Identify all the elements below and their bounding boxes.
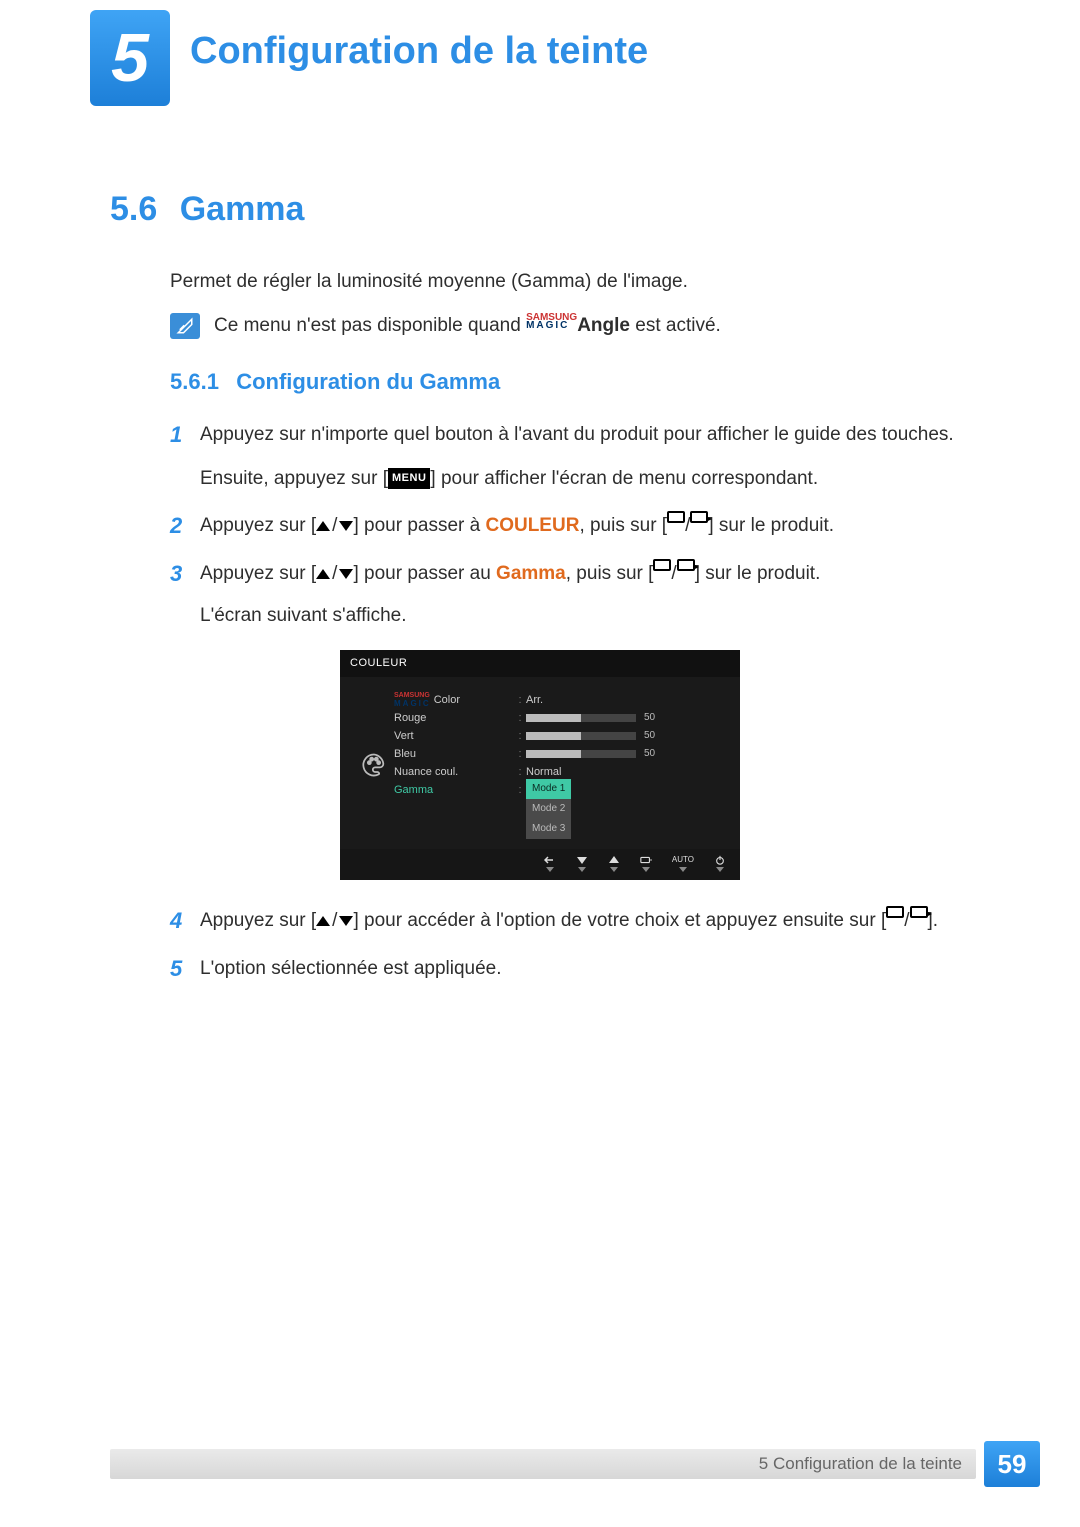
osd-label-nuance: Nuance coul. xyxy=(394,763,514,781)
section-title: Gamma xyxy=(180,190,305,229)
info-icon xyxy=(170,313,200,339)
step-3-line1: Appuyez sur [/] pour passer au Gamma, pu… xyxy=(200,559,970,589)
osd-value-gamma: Mode 1 Mode 2 Mode 3 xyxy=(526,781,726,839)
confirm-icon: / xyxy=(667,511,708,540)
step-3: 3 Appuyez sur [/] pour passer au Gamma, … xyxy=(170,559,970,630)
subsection-title: Configuration du Gamma xyxy=(236,367,500,397)
note: Ce menu n'est pas disponible quand SAMSU… xyxy=(170,313,970,339)
page-number: 59 xyxy=(984,1441,1040,1487)
chapter-number: 5 xyxy=(111,19,149,97)
osd-label-rouge: Rouge xyxy=(394,709,514,727)
step-number: 1 xyxy=(170,420,200,493)
up-down-icon: / xyxy=(316,559,353,588)
osd-power-icon xyxy=(714,855,726,872)
step-number: 2 xyxy=(170,511,200,541)
section-heading: 5.6 Gamma xyxy=(110,190,970,229)
menu-label: MENU xyxy=(388,468,430,489)
osd-back-icon xyxy=(544,855,556,872)
step-1: 1 Appuyez sur n'importe quel bouton à l'… xyxy=(170,420,970,493)
note-text: Ce menu n'est pas disponible quand SAMSU… xyxy=(214,313,721,339)
step-5: 5 L'option sélectionnée est appliquée. xyxy=(170,954,970,984)
step-4-text: Appuyez sur [/] pour accéder à l'option … xyxy=(200,906,970,936)
osd-screenshot: COULEUR SAMSUNGMAGIC Color Rouge Vert Bl… xyxy=(340,650,740,880)
section-number: 5.6 xyxy=(110,190,157,229)
step-5-text: L'option sélectionnée est appliquée. xyxy=(200,954,970,984)
step-2: 2 Appuyez sur [/] pour passer à COULEUR,… xyxy=(170,511,970,541)
step-1-line1: Appuyez sur n'importe quel bouton à l'av… xyxy=(200,420,970,449)
subsection-heading: 5.6.1 Configuration du Gamma xyxy=(170,367,970,397)
osd-enter-icon xyxy=(640,855,652,872)
step-1-line2: Ensuite, appuyez sur [MENU] pour affiche… xyxy=(200,464,970,493)
step-3-line2: L'écran suivant s'affiche. xyxy=(200,601,970,630)
step-number: 5 xyxy=(170,954,200,984)
confirm-icon: / xyxy=(653,559,694,588)
step-number: 3 xyxy=(170,559,200,630)
osd-down-icon xyxy=(576,855,588,872)
step-4: 4 Appuyez sur [/] pour accéder à l'optio… xyxy=(170,906,970,936)
osd-label-vert: Vert xyxy=(394,727,514,745)
osd-label-magic: SAMSUNGMAGIC Color xyxy=(394,691,514,709)
intro-paragraph: Permet de régler la luminosité moyenne (… xyxy=(170,269,970,295)
osd-label-gamma: Gamma xyxy=(394,781,514,799)
osd-auto-label: AUTO xyxy=(672,855,694,872)
confirm-icon: / xyxy=(886,906,927,935)
osd-value-magic: Arr. xyxy=(526,691,726,709)
osd-footer: AUTO xyxy=(340,849,740,880)
osd-title: COULEUR xyxy=(340,650,740,677)
step-2-text: Appuyez sur [/] pour passer à COULEUR, p… xyxy=(200,511,970,541)
subsection-number: 5.6.1 xyxy=(170,367,219,397)
chapter-badge: 5 xyxy=(90,10,170,106)
osd-value-bleu: 50 xyxy=(526,745,726,763)
footer-breadcrumb: 5 Configuration de la teinte xyxy=(110,1449,976,1479)
up-down-icon: / xyxy=(316,511,353,540)
chapter-title: Configuration de la teinte xyxy=(190,30,648,73)
osd-label-bleu: Bleu xyxy=(394,745,514,763)
step-number: 4 xyxy=(170,906,200,936)
up-down-icon: / xyxy=(316,906,353,935)
osd-value-rouge: 50 xyxy=(526,709,726,727)
palette-icon xyxy=(354,691,394,839)
osd-value-vert: 50 xyxy=(526,727,726,745)
osd-up-icon xyxy=(608,855,620,872)
